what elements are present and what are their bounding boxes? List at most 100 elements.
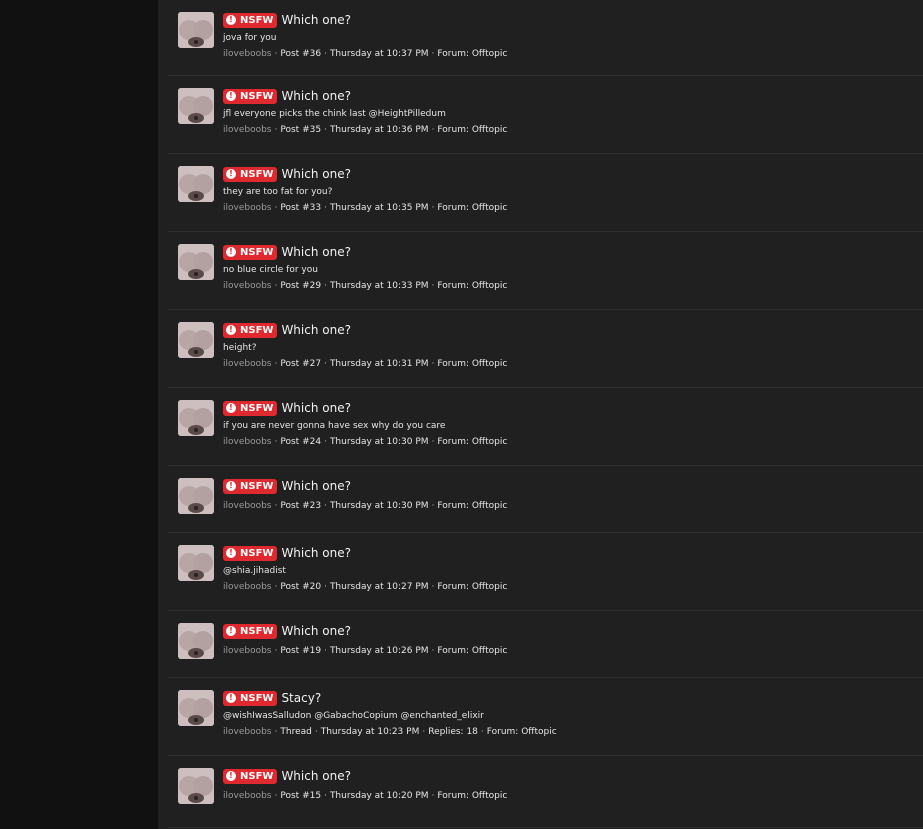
result-item[interactable]: ! NSFW Which one? jfl everyone picks the … <box>168 76 923 154</box>
alert-icon: ! <box>226 403 236 413</box>
alert-icon: ! <box>226 481 236 491</box>
post-meta: iloveboobs · Post #29 · Thursday at 10:33 PM… <box>223 281 508 291</box>
post-time: Thursday at 10:36 PM <box>329 125 429 135</box>
badge-label: NSFW <box>240 480 274 492</box>
thread-title-link[interactable]: Which one? <box>281 13 351 27</box>
alert-icon: ! <box>226 325 236 335</box>
thread-title-link[interactable]: Which one? <box>281 167 351 181</box>
post-time: Thursday at 10:31 PM <box>329 359 429 369</box>
author-link[interactable]: iloveboobs <box>223 646 272 656</box>
forum-label: Forum: Offtopic <box>437 49 508 59</box>
alert-icon: ! <box>226 169 236 179</box>
post-meta: iloveboobs · Post #36 · Thursday at 10:37 PM… <box>223 49 508 59</box>
badge-label: NSFW <box>240 246 274 258</box>
nsfw-badge: ! NSFW <box>223 88 278 104</box>
badge-label: NSFW <box>240 168 274 180</box>
result-item[interactable]: ! NSFW Which one? iloveboobs · Post #19 · Thu… <box>168 611 923 678</box>
nsfw-badge: ! NSFW <box>223 244 278 260</box>
avatar[interactable] <box>178 322 214 358</box>
avatar[interactable] <box>178 478 214 514</box>
avatar-image <box>178 88 214 124</box>
avatar[interactable] <box>178 88 214 124</box>
thread-title-link[interactable]: Which one? <box>281 89 351 103</box>
post-meta: iloveboobs · Post #24 · Thursday at 10:30 PM… <box>223 437 508 447</box>
avatar[interactable] <box>178 166 214 202</box>
avatar[interactable] <box>178 244 214 280</box>
result-item[interactable]: ! NSFW Which one? iloveboobs · Post #23 · Thu… <box>168 466 923 533</box>
result-item[interactable]: ! NSFW Which one? if you are never gonna … <box>168 388 923 466</box>
title-line: ! NSFW Which one? <box>223 543 913 563</box>
nsfw-badge: ! NSFW <box>223 545 278 561</box>
result-item[interactable]: ! NSFW Which one? iloveboobs · Post #15 · Thu… <box>168 756 923 828</box>
result-item[interactable]: ! NSFW Stacy? @wishIwasSalludon @GabachoC… <box>168 678 923 756</box>
badge-label: NSFW <box>240 324 274 336</box>
post-number: Thread <box>280 727 312 737</box>
result-list: ! NSFW Which one? jova for you iloveboobs… <box>168 0 923 828</box>
avatar[interactable] <box>178 690 214 726</box>
post-snippet: @wishIwasSalludon @GabachoCopium @enchan… <box>223 711 484 721</box>
author-link[interactable]: iloveboobs <box>223 791 272 801</box>
forum-label: Forum: Offtopic <box>437 203 508 213</box>
result-main: ! NSFW Which one? @shia.jihadist iloveboo… <box>223 543 913 593</box>
title-line: ! NSFW Which one? <box>223 621 913 641</box>
post-number: Post #35 <box>280 125 322 135</box>
result-main: ! NSFW Which one? iloveboobs · Post #23 · Thu… <box>223 476 913 512</box>
thread-title-link[interactable]: Which one? <box>281 624 351 638</box>
alert-icon: ! <box>226 247 236 257</box>
thread-title-link[interactable]: Which one? <box>281 769 351 783</box>
post-snippet: no blue circle for you <box>223 265 318 275</box>
result-item[interactable]: ! NSFW Which one? height? iloveboobs · Post… <box>168 310 923 388</box>
result-item[interactable]: ! NSFW Which one? @shia.jihadist iloveboo… <box>168 533 923 611</box>
result-main: ! NSFW Which one? jfl everyone picks the … <box>223 86 913 136</box>
alert-icon: ! <box>226 771 236 781</box>
forum-label: Forum: Offtopic <box>437 437 508 447</box>
author-link[interactable]: iloveboobs <box>223 203 272 213</box>
avatar-image <box>178 400 214 436</box>
avatar[interactable] <box>178 545 214 581</box>
thread-title-link[interactable]: Which one? <box>281 546 351 560</box>
avatar-image <box>178 623 214 659</box>
post-meta: iloveboobs · Post #33 · Thursday at 10:35 PM… <box>223 203 508 213</box>
result-item[interactable]: ! NSFW Which one? no blue circle for you … <box>168 232 923 310</box>
post-snippet: if you are never gonna have sex why do y… <box>223 421 446 431</box>
forum-label: Forum: Offtopic <box>437 582 508 592</box>
avatar[interactable] <box>178 623 214 659</box>
author-link[interactable]: iloveboobs <box>223 727 272 737</box>
post-meta: iloveboobs · Post #15 · Thursday at 10:20 PM… <box>223 791 508 801</box>
author-link[interactable]: iloveboobs <box>223 125 272 135</box>
author-link[interactable]: iloveboobs <box>223 359 272 369</box>
alert-icon: ! <box>226 693 236 703</box>
thread-title-link[interactable]: Stacy? <box>281 691 321 705</box>
title-line: ! NSFW Which one? <box>223 766 913 786</box>
author-link[interactable]: iloveboobs <box>223 437 272 447</box>
title-line: ! NSFW Which one? <box>223 242 913 262</box>
author-link[interactable]: iloveboobs <box>223 49 272 59</box>
author-link[interactable]: iloveboobs <box>223 281 272 291</box>
post-snippet: @shia.jihadist <box>223 566 286 576</box>
result-item[interactable]: ! NSFW Which one? they are too fat for yo… <box>168 154 923 232</box>
result-main: ! NSFW Which one? jova for you iloveboobs… <box>223 10 913 60</box>
avatar[interactable] <box>178 400 214 436</box>
nsfw-badge: ! NSFW <box>223 478 278 494</box>
result-item[interactable]: ! NSFW Which one? jova for you iloveboobs… <box>168 0 923 76</box>
post-meta: iloveboobs · Post #35 · Thursday at 10:36 PM… <box>223 125 508 135</box>
thread-title-link[interactable]: Which one? <box>281 245 351 259</box>
title-line: ! NSFW Which one? <box>223 86 913 106</box>
thread-title-link[interactable]: Which one? <box>281 401 351 415</box>
thread-title-link[interactable]: Which one? <box>281 323 351 337</box>
post-meta: iloveboobs · Post #19 · Thursday at 10:26 PM… <box>223 646 508 656</box>
post-meta: iloveboobs · Post #27 · Thursday at 10:31 PM… <box>223 359 508 369</box>
title-line: ! NSFW Which one? <box>223 398 913 418</box>
alert-icon: ! <box>226 15 236 25</box>
title-line: ! NSFW Which one? <box>223 320 913 340</box>
avatar[interactable] <box>178 12 214 48</box>
search-results-panel: ! NSFW Which one? jova for you iloveboobs… <box>158 0 923 829</box>
author-link[interactable]: iloveboobs <box>223 582 272 592</box>
forum-label: Forum: Offtopic <box>437 646 508 656</box>
author-link[interactable]: iloveboobs <box>223 501 272 511</box>
replies-count: Replies: 18 <box>428 727 478 737</box>
nsfw-badge: ! NSFW <box>223 12 278 28</box>
thread-title-link[interactable]: Which one? <box>281 479 351 493</box>
post-number: Post #24 <box>280 437 322 447</box>
avatar[interactable] <box>178 768 214 804</box>
